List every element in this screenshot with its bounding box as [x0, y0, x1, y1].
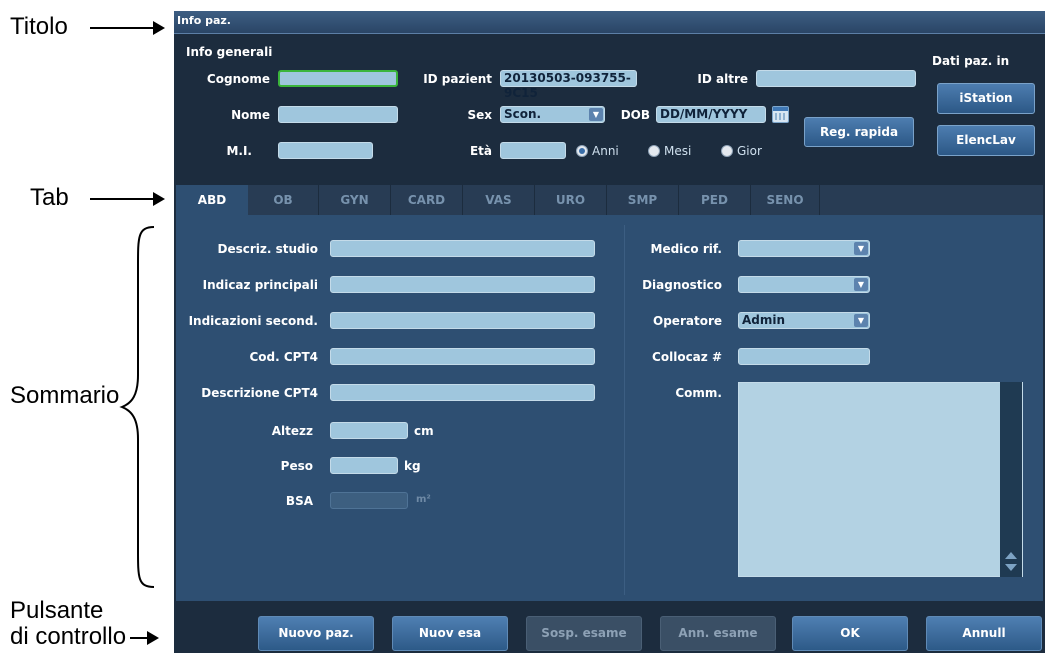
dati-paz-in-label: Dati paz. in	[932, 54, 1010, 68]
descriz-studio-label: Descriz. studio	[217, 242, 318, 256]
arrow-pulsante	[130, 631, 159, 645]
id-paziente-label: ID pazient	[423, 72, 492, 86]
comm-label: Comm.	[675, 386, 722, 400]
title-bar: Info paz.	[174, 11, 1045, 34]
tab-gyn[interactable]: GYN	[319, 185, 391, 215]
chevron-down-icon: ▼	[854, 314, 868, 327]
ok-button[interactable]: OK	[792, 616, 908, 651]
window-title: Info paz.	[177, 14, 231, 27]
id-paziente-field[interactable]: 20130503-093755-9C15	[500, 70, 637, 100]
peso-label: Peso	[280, 459, 313, 473]
id-altre-label: ID altre	[697, 72, 748, 86]
annotation-sommario: Sommario	[10, 382, 120, 409]
column-divider	[624, 225, 625, 595]
dob-label: DOB	[620, 108, 650, 122]
indicazioni-second-label: Indicazioni second.	[188, 314, 318, 328]
sex-select[interactable]: Scon. ▼	[500, 106, 605, 123]
sosp-esame-button: Sosp. esame	[526, 616, 642, 651]
tab-abd[interactable]: ABD	[176, 185, 248, 215]
sex-value: Scon.	[504, 107, 542, 121]
reg-rapida-button[interactable]: Reg. rapida	[804, 117, 914, 147]
anni-label: Anni	[592, 144, 619, 158]
gior-radio[interactable]	[721, 145, 733, 157]
brace-sommario	[119, 226, 155, 588]
nuovo-paz-button[interactable]: Nuovo paz.	[258, 616, 374, 651]
bsa-label: BSA	[285, 494, 313, 508]
descrizione-cpt4-field[interactable]	[330, 384, 595, 401]
collocaz-field[interactable]	[738, 348, 870, 365]
mesi-label: Mesi	[664, 144, 692, 158]
gior-label: Gior	[737, 144, 762, 158]
istation-button[interactable]: iStation	[937, 83, 1035, 114]
tab-uro[interactable]: URO	[535, 185, 607, 215]
annotation-tab: Tab	[30, 184, 69, 211]
mi-field[interactable]	[278, 142, 373, 159]
calendar-icon[interactable]	[772, 106, 789, 123]
diagnostico-label: Diagnostico	[642, 278, 722, 292]
nome-field[interactable]	[278, 106, 398, 123]
bsa-field	[330, 492, 408, 509]
anni-radio[interactable]	[576, 145, 588, 157]
sex-label: Sex	[467, 108, 492, 122]
chevron-down-icon: ▼	[854, 278, 868, 291]
peso-unit: kg	[404, 459, 421, 473]
altezz-label: Altezz	[271, 424, 313, 438]
scroll-up-icon[interactable]	[1005, 552, 1017, 559]
id-altre-field[interactable]	[756, 70, 916, 87]
nome-label: Nome	[231, 108, 270, 122]
descrizione-cpt4-label: Descrizione CPT4	[201, 386, 318, 400]
altezz-field[interactable]	[330, 422, 408, 439]
chevron-down-icon: ▼	[854, 242, 868, 255]
scroll-down-icon[interactable]	[1005, 564, 1017, 571]
mesi-radio[interactable]	[648, 145, 660, 157]
indicaz-principali-label: Indicaz principali	[202, 278, 318, 292]
mi-label: M.I.	[226, 144, 252, 158]
operatore-label: Operatore	[653, 314, 722, 328]
medico-rif-select[interactable]: ▼	[738, 240, 870, 257]
tab-ped[interactable]: PED	[679, 185, 751, 215]
annotation-di-controllo: di controllo	[10, 623, 127, 650]
comm-textarea[interactable]	[738, 382, 1023, 577]
arrow-tab	[90, 192, 165, 206]
tab-ob[interactable]: OB	[248, 185, 319, 215]
diagnostico-select[interactable]: ▼	[738, 276, 870, 293]
nuov-esa-button[interactable]: Nuov esa	[392, 616, 508, 651]
medico-rif-label: Medico rif.	[650, 242, 722, 256]
collocaz-label: Collocaz #	[652, 350, 722, 364]
operatore-value: Admin	[742, 313, 786, 327]
eta-field[interactable]	[500, 142, 566, 159]
chevron-down-icon: ▼	[589, 108, 603, 121]
tab-card[interactable]: CARD	[391, 185, 463, 215]
tab-vas[interactable]: VAS	[463, 185, 535, 215]
indicazioni-second-field[interactable]	[330, 312, 595, 329]
cod-cpt4-label: Cod. CPT4	[249, 350, 318, 364]
bsa-unit: m²	[416, 494, 431, 505]
altezz-unit: cm	[414, 424, 434, 438]
general-section-label: Info generali	[186, 45, 273, 59]
tab-seno[interactable]: SENO	[751, 185, 820, 215]
annull-button[interactable]: Annull	[926, 616, 1042, 651]
patient-info-window: Info paz. Info generali Cognome ID pazie…	[174, 11, 1045, 653]
cognome-field[interactable]	[278, 70, 398, 87]
cod-cpt4-field[interactable]	[330, 348, 595, 365]
exam-tab-bar: ABD OB GYN CARD VAS URO SMP PED SENO	[176, 185, 1043, 215]
descriz-studio-field[interactable]	[330, 240, 595, 257]
annotation-titolo: Titolo	[10, 13, 68, 40]
peso-field[interactable]	[330, 457, 398, 474]
arrow-titolo	[90, 21, 165, 35]
indicaz-principali-field[interactable]	[330, 276, 595, 293]
operatore-select[interactable]: Admin ▼	[738, 312, 870, 329]
comm-scrollbar[interactable]	[1000, 382, 1022, 577]
annotation-pulsante: Pulsante	[10, 597, 104, 624]
tab-smp[interactable]: SMP	[607, 185, 679, 215]
eta-label: Età	[469, 144, 492, 158]
elenclav-button[interactable]: ElencLav	[937, 125, 1035, 156]
dob-field[interactable]: DD/MM/YYYY	[656, 106, 766, 123]
cognome-label: Cognome	[206, 72, 270, 86]
ann-esame-button: Ann. esame	[660, 616, 776, 651]
